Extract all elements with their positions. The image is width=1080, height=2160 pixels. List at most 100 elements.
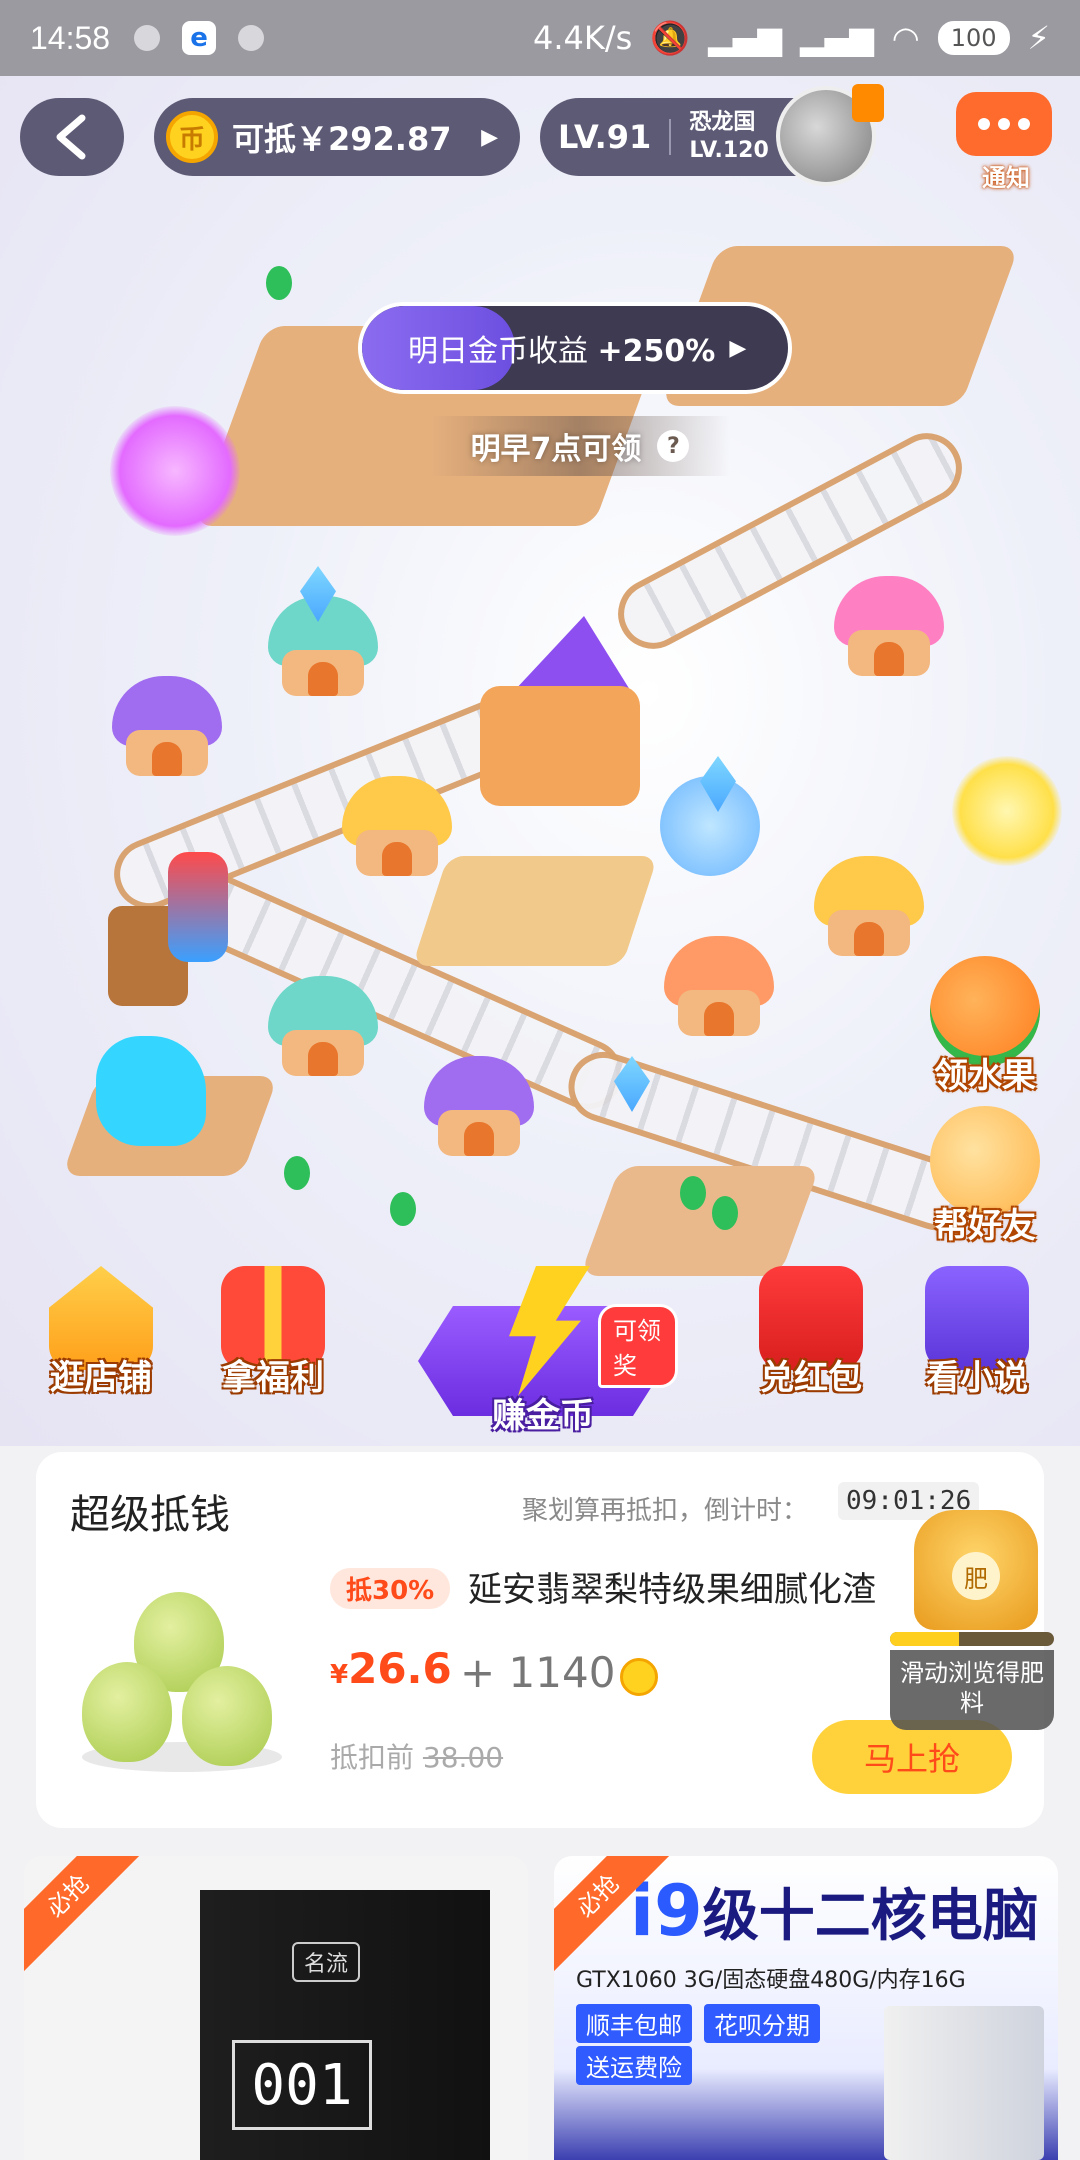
network-speed: 4.4K/s: [532, 19, 633, 57]
hut-purple[interactable]: [424, 1056, 534, 1156]
wifi-icon: ◠: [891, 19, 920, 57]
notification-dot-icon: [134, 25, 161, 51]
coin-icon: [620, 1658, 658, 1696]
battery-icon: 100: [937, 21, 1010, 55]
nav-redpacket[interactable]: 兑红包: [736, 1266, 886, 1399]
jester-character-icon[interactable]: [168, 852, 228, 962]
feature-chip: 顺丰包邮: [576, 2004, 692, 2043]
original-price: 抵扣前 38.00: [330, 1736, 503, 1776]
earn-coins-button[interactable]: 可领奖 赚金币: [408, 1266, 678, 1446]
hut-yellow[interactable]: [814, 856, 924, 956]
nav-novel-label: 看小说: [926, 1358, 1028, 1398]
tree-icon: [712, 1196, 738, 1230]
tree-icon: [390, 1192, 416, 1226]
bonus-label: 明日金币收益: [408, 334, 588, 369]
nav-redpacket-label: 兑红包: [760, 1358, 862, 1398]
original-price-value: 38.00: [422, 1741, 504, 1774]
mystery-portal-icon[interactable]: [110, 406, 240, 536]
nav-shop[interactable]: 逛店铺: [26, 1266, 176, 1399]
help-icon[interactable]: ?: [657, 430, 690, 462]
top-bar: 币 可抵￥292.87 ▶ LV.91 恐龙国 LV.120 通知: [0, 84, 1080, 192]
notification-button[interactable]: 通知: [956, 92, 1056, 196]
price-symbol: ¥: [330, 1660, 349, 1690]
hut-orange[interactable]: [664, 936, 774, 1036]
game-scene: 币 可抵￥292.87 ▶ LV.91 恐龙国 LV.120 通知 明日金币收益…: [0, 76, 1080, 1446]
claim-note-text: 明早7点可领: [470, 432, 642, 467]
signal-icon: ▂▄▆: [708, 19, 782, 57]
fertilizer-progress-fill: [890, 1632, 959, 1646]
status-time: 14:58: [30, 19, 111, 56]
tree-icon: [266, 266, 292, 300]
must-grab-ribbon: 必抢: [24, 1856, 148, 1976]
product-tile[interactable]: 名流 001 必抢: [24, 1856, 528, 2160]
price-value: 26.6: [348, 1644, 452, 1693]
mystery-star-icon[interactable]: [952, 756, 1062, 866]
product-image[interactable]: [82, 1582, 282, 1782]
pc-case-image: [884, 2006, 1044, 2160]
fertilizer-widget[interactable]: 肥 滑动浏览得肥料: [890, 1510, 1054, 1730]
bonus-value: +250%: [597, 334, 716, 369]
play-arrow-icon: ▶: [481, 124, 498, 150]
fertilizer-tip: 滑动浏览得肥料: [890, 1650, 1054, 1730]
next-level-value: LV.120: [689, 138, 769, 163]
level-divider: [669, 119, 672, 155]
product-name[interactable]: 延安翡翠梨特级果细腻化渣: [468, 1562, 918, 1611]
battery-level: 100: [950, 24, 997, 52]
brand-logo: 名流: [292, 1942, 361, 1982]
get-fruit-label: 领水果: [934, 1056, 1036, 1096]
buy-now-button[interactable]: 马上抢: [812, 1720, 1012, 1794]
back-button[interactable]: [20, 98, 124, 176]
fertilizer-pot-icon: 肥: [914, 1510, 1038, 1630]
feature-chip: 花呗分期: [704, 2004, 820, 2043]
pear-shape: [182, 1666, 272, 1766]
lock-icon: [852, 84, 884, 122]
current-level: LV.91: [558, 118, 652, 156]
discount-tag: 抵30%: [330, 1568, 451, 1609]
coin-bonus-bar[interactable]: 明日金币收益 +250% ▶: [358, 302, 792, 394]
nav-welfare[interactable]: 拿福利: [198, 1266, 348, 1399]
hut-teal[interactable]: [268, 976, 378, 1076]
coin-icon: 币: [166, 111, 218, 163]
get-fruit-button[interactable]: 领水果: [920, 956, 1050, 1097]
map-table-icon[interactable]: [412, 856, 658, 966]
coin-balance-button[interactable]: 币 可抵￥292.87 ▶: [154, 98, 520, 176]
claim-reward-badge: 可领奖: [598, 1304, 678, 1388]
wizard-house-icon[interactable]: [470, 616, 660, 816]
tree-icon: [680, 1176, 706, 1210]
mute-bell-icon: 🔕: [650, 19, 691, 57]
browser-app-icon: e: [182, 21, 217, 55]
charging-icon: ⚡: [1027, 19, 1050, 57]
tree-icon: [284, 1156, 310, 1190]
next-level-info: 恐龙国 LV.120: [689, 109, 768, 165]
fertilizer-progress: [890, 1632, 1054, 1646]
nav-shop-label: 逛店铺: [50, 1358, 152, 1398]
nav-novel[interactable]: 看小说: [902, 1266, 1052, 1399]
help-friend-button[interactable]: 帮好友: [920, 1106, 1050, 1247]
plus-coins: + 1140: [460, 1648, 616, 1697]
product-price: ¥26.6: [330, 1644, 452, 1693]
status-right: 4.4K/s 🔕 ▂▄▆ ▂▄▆ ◠ 100 ⚡: [533, 19, 1050, 57]
ice-crystal-icon: [96, 1036, 206, 1146]
hut-purple[interactable]: [112, 676, 222, 776]
product-box-image: 名流 001: [200, 1890, 490, 2160]
chat-bubble-icon: [956, 92, 1052, 156]
feature-chip: 送运费险: [576, 2046, 692, 2085]
countdown-label: 聚划算再抵扣，倒计时：: [522, 1496, 809, 1526]
play-arrow-icon: ▶: [729, 335, 747, 361]
hut-pink[interactable]: [834, 576, 944, 676]
claim-time-note[interactable]: 明早7点可领 ?: [430, 416, 730, 476]
tile-spec: GTX1060 3G/固态硬盘480G/内存16G: [576, 1968, 966, 1993]
card-title: 超级抵钱: [70, 1492, 230, 1538]
notification-dot-icon: [238, 25, 265, 51]
help-friend-label: 帮好友: [934, 1206, 1036, 1246]
next-level-name: 恐龙国: [689, 110, 756, 135]
chevron-left-icon: [56, 114, 86, 160]
tile-headline: i9级十二核电脑: [630, 1870, 1039, 1952]
original-price-label: 抵扣前: [330, 1741, 415, 1774]
tile-headline-text: 级十二核电脑: [702, 1884, 1039, 1949]
notification-label: 通知: [982, 164, 1030, 192]
hut-yellow[interactable]: [342, 776, 452, 876]
pear-shape: [82, 1662, 172, 1762]
product-tile[interactable]: i9级十二核电脑 GTX1060 3G/固态硬盘480G/内存16G 顺丰包邮 …: [554, 1856, 1058, 2160]
status-bar: 14:58 e 4.4K/s 🔕 ▂▄▆ ▂▄▆ ◠ 100 ⚡: [0, 0, 1080, 76]
